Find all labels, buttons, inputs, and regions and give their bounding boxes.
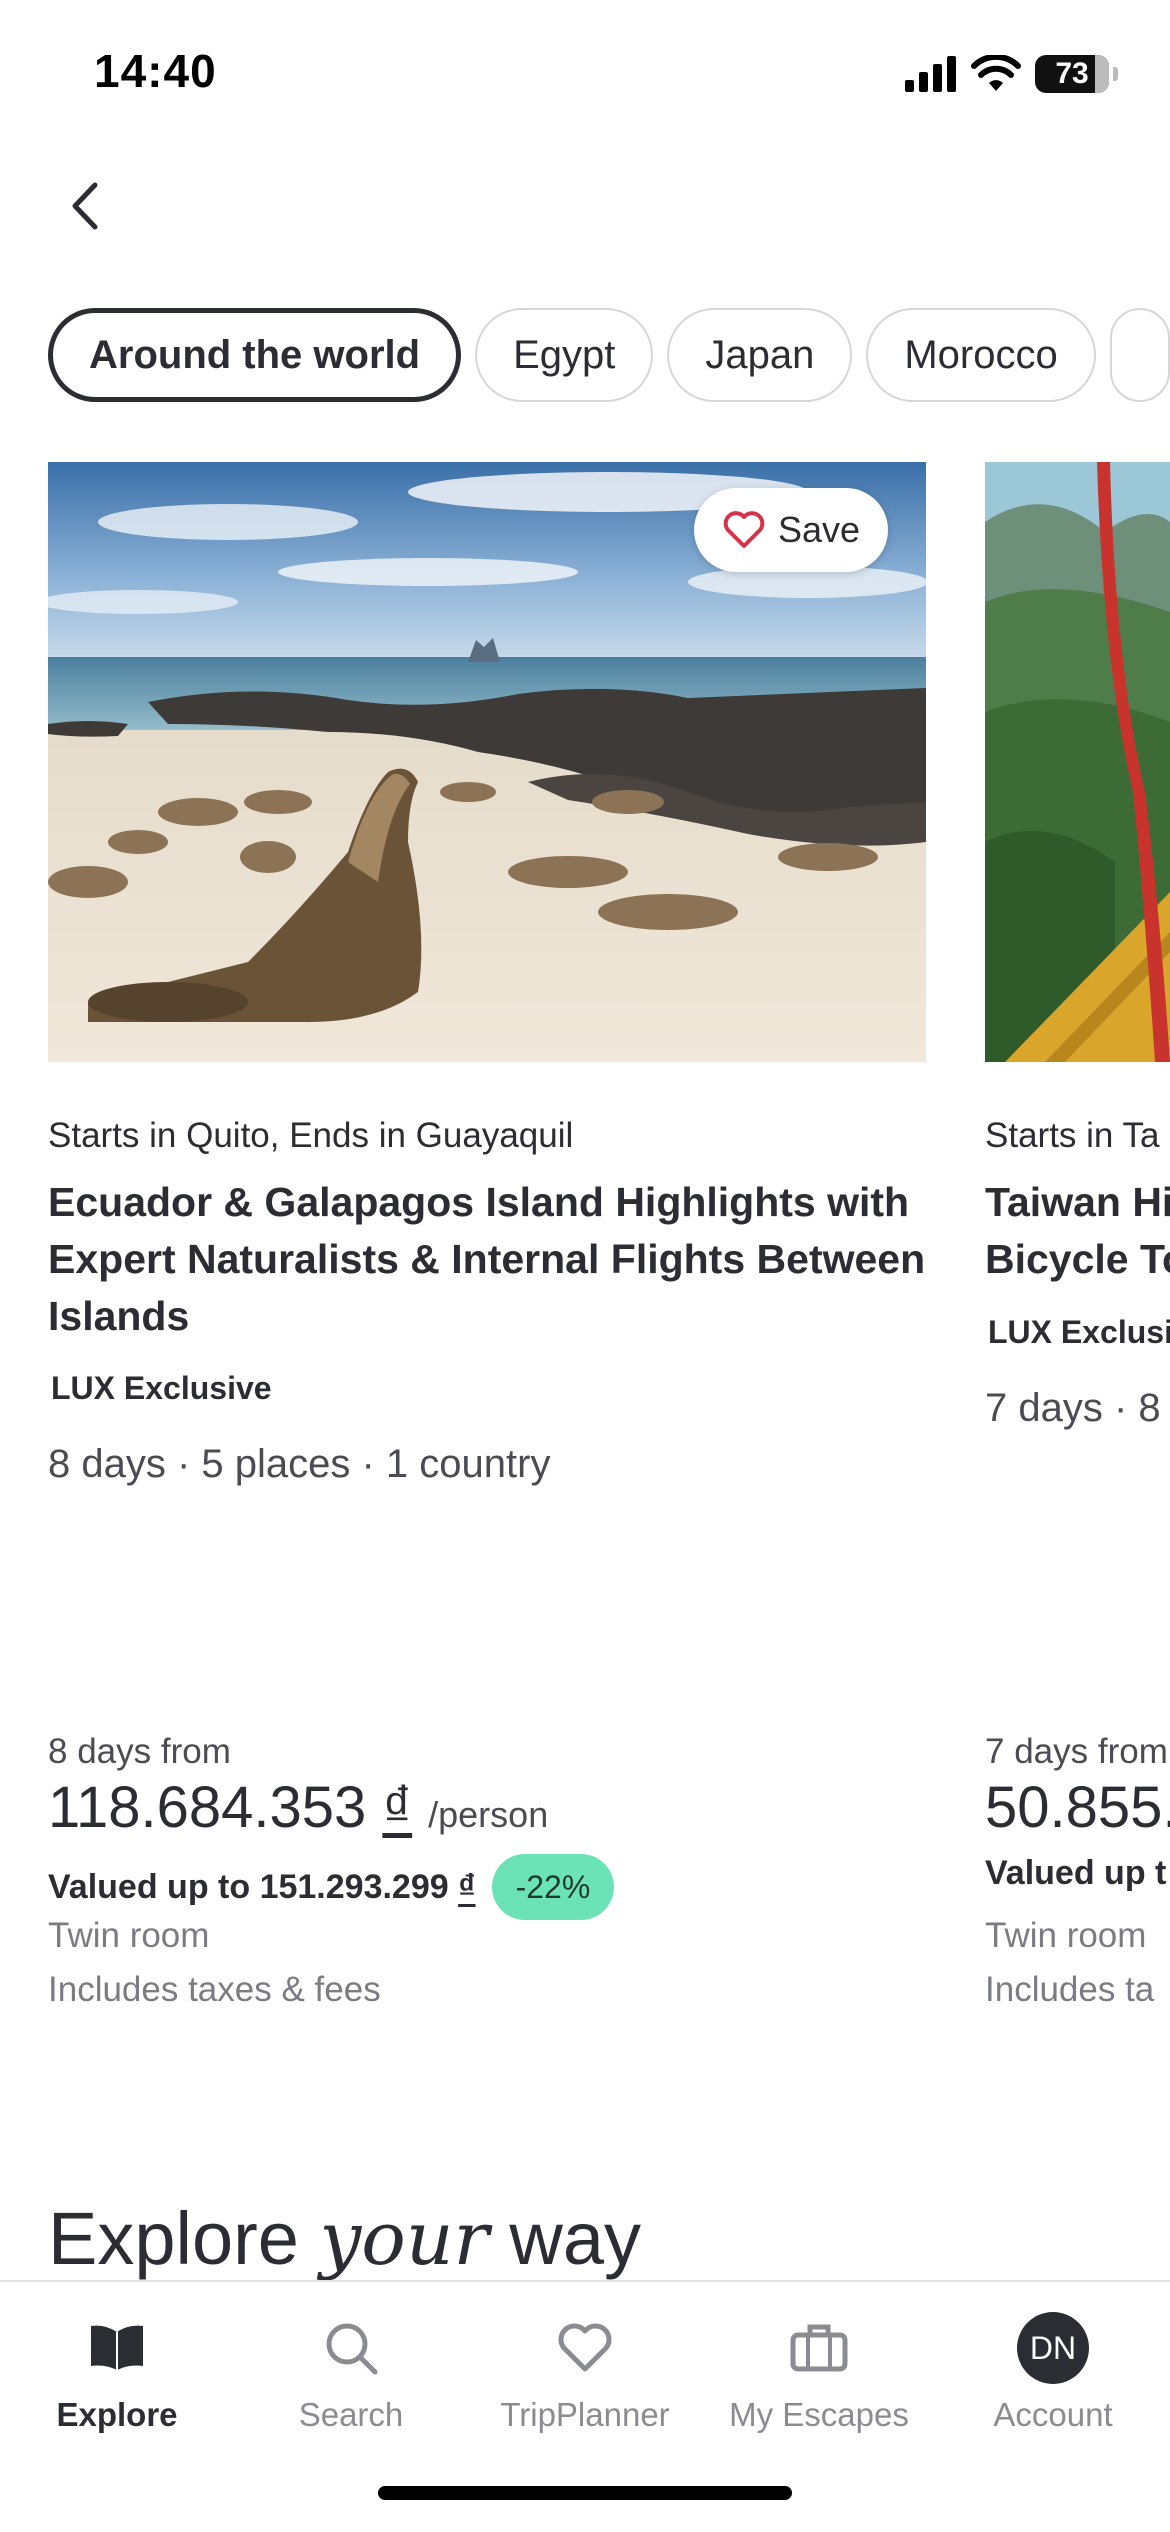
- nav-label-account: Account: [993, 2396, 1113, 2433]
- valued-up-to: Valued up to 151.293.299 ₫: [48, 1867, 476, 1906]
- nav-search[interactable]: Search: [234, 2306, 468, 2434]
- lux-exclusive-badge: LUX Exclusi: [988, 1314, 1170, 1350]
- nav-label-search: Search: [298, 2396, 404, 2433]
- nav-label-my-escapes: My Escapes: [729, 2396, 909, 2433]
- wifi-icon: [971, 55, 1021, 91]
- tour-card-ecuador[interactable]: Save Starts in Quito, Ends in Guayaquil …: [48, 462, 926, 2009]
- back-button[interactable]: [56, 176, 116, 236]
- price-from-label: 8 days from: [48, 1732, 231, 1771]
- status-time: 14:40: [94, 45, 217, 97]
- lux-exclusive-badge: LUX Exclusive: [51, 1370, 272, 1406]
- tour-card-taiwan[interactable]: Starts in Ta Taiwan Hi Bicycle To LUX Ex…: [985, 462, 1170, 2009]
- heart-icon: [723, 511, 765, 548]
- chip-next[interactable]: [1109, 308, 1170, 402]
- nav-label-explore: Explore: [56, 2396, 178, 2433]
- valued-row: Valued up to 151.293.299 ₫ -22%: [48, 1854, 615, 1920]
- explore-heading: Explore your way: [48, 2196, 642, 2282]
- search-icon: [326, 2323, 378, 2375]
- tour-title[interactable]: Taiwan Hi Bicycle To: [985, 1174, 1170, 1288]
- tour-start-end: Starts in Ta: [985, 1116, 1160, 1155]
- per-person-label: /person: [428, 1794, 549, 1835]
- save-button[interactable]: Save: [694, 488, 888, 572]
- taiwan-photo: [985, 462, 1170, 1062]
- tour-image-galapagos[interactable]: Save: [48, 462, 926, 1062]
- explore-heading-italic: your: [319, 2196, 489, 2282]
- tour-summary: 8 days · 5 places · 1 country: [48, 1442, 551, 1486]
- home-indicator: [378, 2486, 792, 2500]
- tour-start-end: Starts in Quito, Ends in Guayaquil: [48, 1116, 574, 1155]
- tour-title[interactable]: Ecuador & Galapagos Island Highlights wi…: [48, 1174, 926, 1345]
- valued-up-to: Valued up t: [985, 1854, 1167, 1892]
- save-label: Save: [777, 509, 861, 550]
- tour-summary: 7 days · 8: [985, 1386, 1161, 1430]
- avatar: DN: [1017, 2312, 1089, 2384]
- room-type: Twin room: [48, 1916, 210, 1955]
- nav-tripplanner[interactable]: TripPlanner: [468, 2306, 702, 2434]
- price-value: 50.855.: [985, 1775, 1170, 1840]
- price-row: 118.684.353 ₫ /person: [48, 1774, 548, 1841]
- chip-egypt[interactable]: Egypt: [475, 308, 654, 402]
- chip-morocco[interactable]: Morocco: [866, 308, 1096, 402]
- nav-account[interactable]: DN Account: [936, 2306, 1170, 2434]
- discount-badge: -22%: [491, 1854, 615, 1920]
- valued-row: Valued up t: [985, 1854, 1166, 1893]
- signal-icon: [905, 56, 956, 92]
- room-type: Twin room: [985, 1916, 1147, 1955]
- heart-icon: [558, 2323, 612, 2372]
- status-icons: 73: [905, 52, 1118, 96]
- nav-explore[interactable]: Explore: [0, 2306, 234, 2434]
- battery-icon: 73: [1035, 55, 1109, 93]
- price-value: 118.684.353 ₫: [48, 1775, 413, 1840]
- currency-symbol: ₫: [382, 1775, 413, 1840]
- price-from-label: 7 days from: [985, 1732, 1168, 1771]
- price-row: 50.855.: [985, 1774, 1170, 1841]
- nav-label-tripplanner: TripPlanner: [500, 2396, 670, 2433]
- chevron-left-icon: [72, 182, 98, 230]
- taxes-note: Includes taxes & fees: [48, 1970, 381, 2009]
- book-icon: [91, 2325, 143, 2370]
- chip-around-the-world[interactable]: Around the world: [48, 308, 462, 402]
- status-bar: 14:40 73: [0, 0, 1170, 150]
- tour-image-taiwan[interactable]: [985, 462, 1170, 1062]
- battery-level: 73: [1055, 57, 1089, 90]
- destination-chips: Around the world Egypt Japan Morocco: [48, 308, 1170, 402]
- suitcase-icon: [790, 2324, 848, 2372]
- taxes-note: Includes ta: [985, 1970, 1155, 2009]
- nav-my-escapes[interactable]: My Escapes: [702, 2306, 936, 2434]
- chip-japan[interactable]: Japan: [667, 308, 853, 402]
